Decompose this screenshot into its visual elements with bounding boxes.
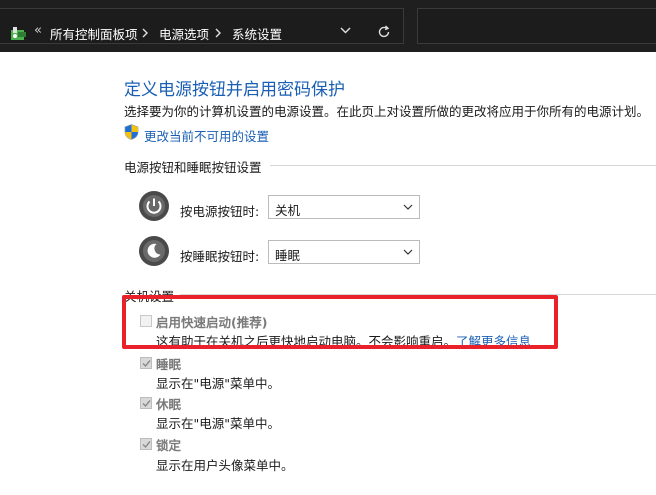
group-divider xyxy=(124,294,656,295)
lock-menu-label: 锁定 xyxy=(156,438,182,453)
chevron-down-icon[interactable] xyxy=(340,27,351,34)
sleep-button-label: 按睡眠按钮时: xyxy=(180,249,260,264)
power-button-action-select[interactable]: 关机 xyxy=(268,195,420,219)
sleep-menu-checkbox[interactable] xyxy=(140,357,152,369)
checkmark-icon xyxy=(142,441,151,449)
page-title: 定义电源按钮并启用密码保护 xyxy=(124,80,345,100)
hibernate-menu-checkbox[interactable] xyxy=(140,397,152,409)
chevron-right-icon xyxy=(215,28,221,38)
checkmark-icon xyxy=(142,400,151,408)
power-button-label: 按电源按钮时: xyxy=(180,204,260,219)
group-title-power-buttons: 电源按钮和睡眠按钮设置 xyxy=(124,157,270,176)
lock-menu-checkbox[interactable] xyxy=(140,438,152,450)
sleep-menu-description: 显示在"电源"菜单中。 xyxy=(156,376,280,391)
power-button-icon xyxy=(139,191,169,221)
address-bar-area: « 所有控制面板项 电源选项 系统设置 xyxy=(0,0,656,52)
hibernate-menu-label: 休眠 xyxy=(156,397,182,412)
uac-shield-icon xyxy=(124,124,139,140)
checkmark-icon xyxy=(142,360,151,368)
sleep-button-action-value: 睡眠 xyxy=(275,248,301,263)
control-panel-icon xyxy=(11,27,26,40)
page-description: 选择要为你的计算机设置的电源设置。在此页上对设置所做的更改将应用于你所有的电源计… xyxy=(124,104,650,119)
breadcrumb-item-system-settings[interactable]: 系统设置 xyxy=(232,24,282,43)
fast-startup-description-text: 这有助于在关机之后更快地启动电脑。不会影响重启。 xyxy=(156,334,457,349)
breadcrumb-item-power-options[interactable]: 电源选项 xyxy=(159,24,209,43)
sleep-menu-label: 睡眠 xyxy=(156,357,182,372)
fast-startup-checkbox[interactable] xyxy=(140,315,152,327)
fast-startup-description: 这有助于在关机之后更快地启动电脑。不会影响重启。了解更多信息 xyxy=(156,331,531,350)
refresh-icon[interactable] xyxy=(377,25,391,39)
search-box[interactable] xyxy=(417,8,656,44)
power-button-action-value: 关机 xyxy=(275,203,301,218)
fast-startup-label: 启用快速启动(推荐) xyxy=(156,315,268,330)
sleep-button-action-select[interactable]: 睡眠 xyxy=(268,240,420,264)
chevron-down-icon xyxy=(403,204,413,210)
back-history-icon[interactable]: « xyxy=(34,23,42,38)
hibernate-menu-description: 显示在"电源"菜单中。 xyxy=(156,416,280,431)
sleep-button-icon xyxy=(139,236,169,266)
chevron-right-icon xyxy=(142,28,148,38)
group-title-shutdown: 关机设置 xyxy=(124,286,181,305)
chevron-down-icon xyxy=(403,249,413,255)
breadcrumb-item-all-control-panel[interactable]: 所有控制面板项 xyxy=(50,24,138,43)
change-unavailable-settings-link[interactable]: 更改当前不可用的设置 xyxy=(144,126,269,145)
lock-menu-description: 显示在用户头像菜单中。 xyxy=(156,458,294,473)
learn-more-link[interactable]: 了解更多信息 xyxy=(456,334,531,349)
address-bar[interactable]: « 所有控制面板项 电源选项 系统设置 xyxy=(0,8,404,44)
